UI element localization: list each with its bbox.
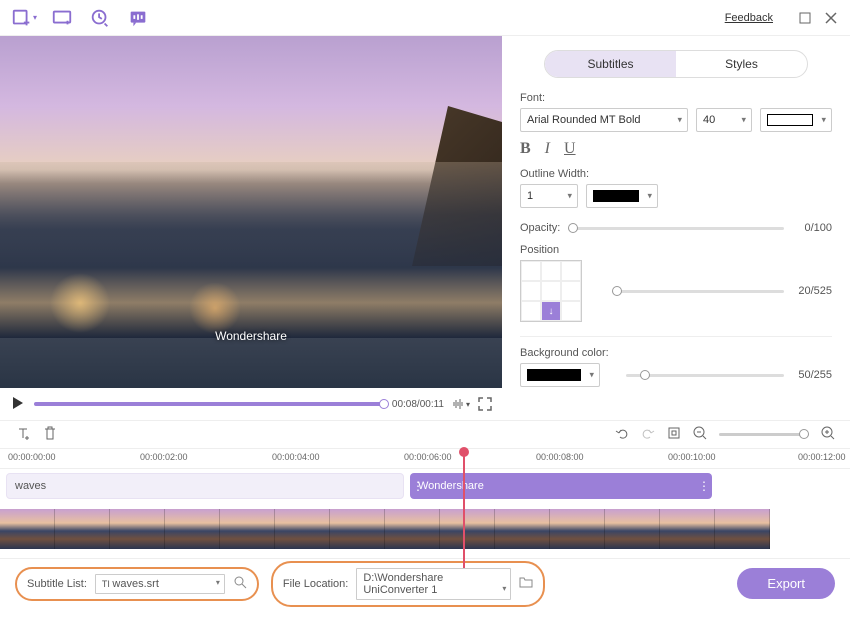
position-bottom-center[interactable]: ↓ xyxy=(541,301,561,321)
subtitle-overlay: Wondershare xyxy=(215,329,287,343)
timeline[interactable]: 00:00:00:00 00:00:02:00 00:00:04:00 00:0… xyxy=(0,448,850,558)
browse-folder-button[interactable] xyxy=(519,575,533,592)
italic-button[interactable]: I xyxy=(545,140,550,158)
search-subtitle-button[interactable] xyxy=(233,575,247,592)
subtitle-clip-waves[interactable]: waves xyxy=(6,473,404,499)
add-text-button[interactable] xyxy=(15,425,31,444)
position-slider[interactable] xyxy=(612,290,784,293)
font-size-select[interactable]: 40 xyxy=(696,108,752,132)
playback-time: 00:08/00:11 xyxy=(392,399,444,410)
timeline-ruler[interactable]: 00:00:00:00 00:00:02:00 00:00:04:00 00:0… xyxy=(0,449,850,469)
opacity-label: Opacity: xyxy=(520,222,560,234)
file-location-label: File Location: xyxy=(283,578,348,590)
font-label: Font: xyxy=(520,92,832,104)
subtitle-file-select[interactable]: TI waves.srt xyxy=(95,574,225,594)
playhead[interactable] xyxy=(463,449,465,568)
bg-label: Background color: xyxy=(520,347,832,359)
outline-color-select[interactable] xyxy=(586,184,658,208)
delete-button[interactable] xyxy=(43,426,57,443)
opacity-slider[interactable] xyxy=(568,227,784,230)
bold-button[interactable]: B xyxy=(520,140,531,158)
close-button[interactable] xyxy=(822,9,840,27)
export-button[interactable]: Export xyxy=(737,568,835,599)
volume-button[interactable]: ▾ xyxy=(452,397,470,411)
crop-button[interactable] xyxy=(667,426,681,443)
outline-label: Outline Width: xyxy=(520,168,832,180)
bg-color-select[interactable] xyxy=(520,363,600,387)
video-track[interactable] xyxy=(0,509,850,549)
underline-button[interactable]: U xyxy=(564,140,576,158)
position-value: 20/525 xyxy=(792,285,832,297)
undo-button[interactable] xyxy=(615,426,629,443)
redo-button[interactable] xyxy=(641,426,655,443)
video-preview: Wondershare xyxy=(0,36,502,388)
bg-opacity-slider[interactable] xyxy=(626,374,784,377)
position-label: Position xyxy=(520,244,832,256)
maximize-button[interactable] xyxy=(796,9,814,27)
subtitle-list-label: Subtitle List: xyxy=(27,578,87,590)
outline-width-select[interactable]: 1 xyxy=(520,184,578,208)
speech-to-text-button[interactable] xyxy=(124,4,152,32)
fullscreen-button[interactable] xyxy=(478,397,492,411)
import-media-button[interactable]: ▾ xyxy=(10,4,38,32)
subtitle-list-group: Subtitle List: TI waves.srt xyxy=(15,567,259,601)
auto-subtitle-button[interactable] xyxy=(86,4,114,32)
zoom-in-button[interactable] xyxy=(821,426,835,443)
opacity-value: 0/100 xyxy=(792,222,832,234)
play-button[interactable] xyxy=(10,395,26,414)
subtitle-clip-wondershare[interactable]: Wondershare xyxy=(410,473,712,499)
file-location-group: File Location: D:\Wondershare UniConvert… xyxy=(271,561,545,607)
zoom-slider[interactable] xyxy=(719,433,809,436)
tab-subtitles[interactable]: Subtitles xyxy=(545,51,676,77)
position-grid[interactable]: ↓ xyxy=(520,260,582,322)
file-location-select[interactable]: D:\Wondershare UniConverter 1 xyxy=(356,568,511,600)
add-subtitle-button[interactable] xyxy=(48,4,76,32)
font-select[interactable]: Arial Rounded MT Bold xyxy=(520,108,688,132)
progress-bar[interactable] xyxy=(34,402,384,406)
zoom-out-button[interactable] xyxy=(693,426,707,443)
feedback-link[interactable]: Feedback xyxy=(725,12,773,24)
bg-value: 50/255 xyxy=(792,369,832,381)
font-color-select[interactable] xyxy=(760,108,832,132)
tab-styles[interactable]: Styles xyxy=(676,51,807,77)
